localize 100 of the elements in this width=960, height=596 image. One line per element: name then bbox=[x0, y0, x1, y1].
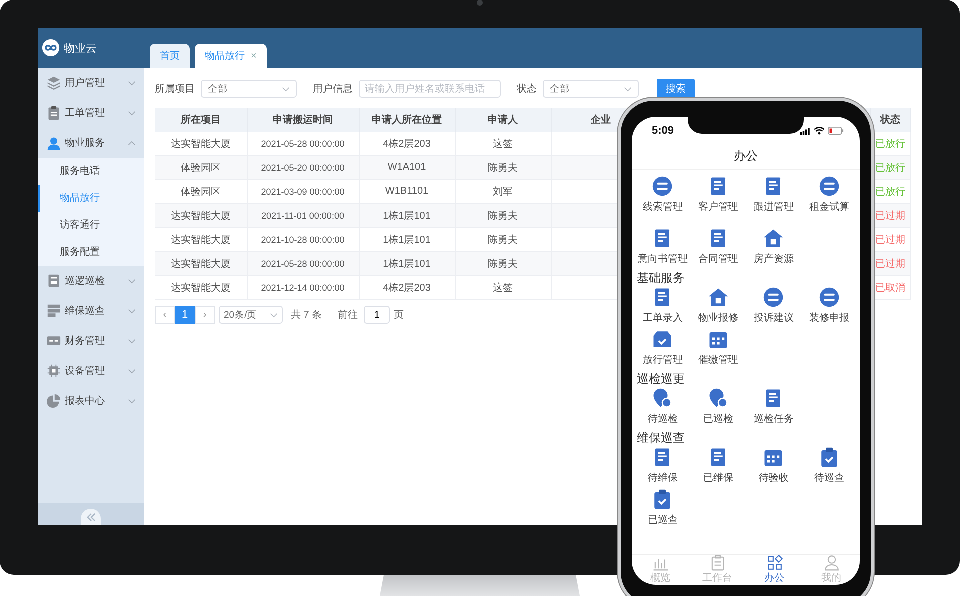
table-cell: 4栋2层203 bbox=[383, 282, 431, 294]
submenu-item[interactable]: 服务电话 bbox=[38, 158, 144, 185]
clipboard-icon bbox=[47, 106, 61, 120]
column-header: 企业 bbox=[591, 115, 611, 126]
chevron-icon bbox=[282, 86, 290, 92]
menu-item[interactable]: 维保巡查 bbox=[38, 296, 144, 326]
table-cell: 这签 bbox=[493, 282, 513, 294]
filter-label: 状态 bbox=[517, 82, 537, 96]
table-cell: 达实智能大厦 bbox=[170, 282, 231, 294]
page-number-button[interactable]: 1 bbox=[175, 306, 195, 324]
map-pin-icon[interactable] bbox=[652, 388, 674, 409]
house-icon[interactable] bbox=[708, 287, 729, 308]
table-cell: 达实智能大厦 bbox=[170, 258, 231, 270]
submenu-item[interactable]: 服务配置 bbox=[38, 239, 144, 266]
card-icon bbox=[47, 334, 61, 348]
app-label: 意向书管理 bbox=[638, 252, 688, 266]
submenu-item[interactable]: 访客通行 bbox=[38, 212, 144, 239]
table-cell: 达实智能大厦 bbox=[170, 210, 231, 222]
app-label: 已巡检 bbox=[703, 412, 734, 426]
menu-item[interactable]: 财务管理 bbox=[38, 326, 144, 356]
pie-chart-icon bbox=[47, 394, 61, 408]
page-tab[interactable]: 首页 bbox=[150, 44, 190, 68]
menu-item[interactable]: 物业服务 bbox=[38, 128, 144, 158]
column-header: 申请人 bbox=[488, 115, 518, 126]
table-cell: 2021-10-28 00:00:00 bbox=[261, 234, 345, 244]
chevron-icon bbox=[624, 86, 632, 92]
page-size-select[interactable]: 20条/页 bbox=[219, 306, 283, 324]
chevron-icon bbox=[128, 80, 136, 86]
table-cell: W1B1101 bbox=[385, 186, 429, 197]
app-label: 跟进管理 bbox=[754, 200, 794, 214]
clock-time: 5:09 bbox=[652, 125, 674, 137]
app-label: 已巡查 bbox=[648, 514, 678, 527]
circle-icon[interactable] bbox=[763, 287, 784, 308]
chevron-icon bbox=[128, 140, 136, 146]
select-field[interactable]: 全部 bbox=[201, 80, 297, 98]
search-button[interactable]: 搜索 bbox=[657, 79, 695, 99]
menu-item[interactable]: 巡逻巡检 bbox=[38, 266, 144, 296]
document-icon bbox=[47, 274, 61, 288]
chevron-icon bbox=[128, 278, 136, 284]
table-cell: 2021-05-28 00:00:00 bbox=[261, 258, 345, 268]
menu-item[interactable]: 工单管理 bbox=[38, 98, 144, 128]
status-text: 已过期 bbox=[876, 210, 906, 222]
table-cell: 1栋1层101 bbox=[383, 210, 431, 222]
table-cell: 陈勇夫 bbox=[488, 258, 518, 270]
page-input[interactable]: 1 bbox=[364, 306, 390, 324]
table-cell: 陈勇夫 bbox=[488, 162, 518, 174]
app-label: 客户管理 bbox=[698, 200, 738, 214]
circle-icon[interactable] bbox=[818, 176, 840, 197]
previous-page-button[interactable]: ‹ bbox=[155, 306, 175, 324]
table-cell: 1栋1层101 bbox=[383, 234, 431, 246]
app-label: 催缴管理 bbox=[698, 354, 738, 367]
status-text: 已放行 bbox=[876, 162, 906, 174]
circle-icon[interactable] bbox=[652, 176, 674, 197]
person-icon bbox=[824, 555, 840, 571]
table-cell: 2021-05-20 00:00:00 bbox=[261, 162, 345, 172]
app-label: 待巡检 bbox=[648, 412, 678, 426]
submenu-item[interactable]: 物品放行 bbox=[38, 185, 144, 212]
double-chevron-icon bbox=[86, 512, 96, 522]
column-header: 申请搬运时间 bbox=[273, 115, 333, 126]
chevron-icon bbox=[128, 368, 136, 374]
signal-icon bbox=[800, 128, 811, 134]
clipboard-icon[interactable] bbox=[652, 489, 674, 510]
menu-item[interactable]: 报表中心 bbox=[38, 386, 144, 416]
person-icon bbox=[47, 136, 61, 150]
camera-dot bbox=[477, 0, 483, 6]
next-page-button[interactable]: › bbox=[195, 306, 215, 324]
filter-label: 用户信息 bbox=[313, 82, 353, 96]
app-label: 装修申报 bbox=[809, 312, 850, 325]
clipboard-icon bbox=[710, 555, 726, 571]
chevron-icon bbox=[128, 110, 136, 116]
menu-item[interactable]: 设备管理 bbox=[38, 356, 144, 386]
table-cell: 2021-05-28 00:00:00 bbox=[261, 138, 345, 148]
status-text: 已过期 bbox=[876, 234, 906, 246]
clipboard-icon[interactable] bbox=[818, 447, 840, 468]
tray-icon[interactable] bbox=[652, 329, 674, 350]
table-cell: 达实智能大厦 bbox=[170, 138, 231, 150]
map-pin-icon[interactable] bbox=[708, 388, 729, 409]
table-cell: 4栋2层203 bbox=[383, 138, 431, 150]
table-cell: 2021-03-09 00:00:00 bbox=[261, 186, 345, 196]
house-icon[interactable] bbox=[763, 228, 784, 249]
chevron-icon bbox=[128, 398, 136, 404]
page-unit: 页 bbox=[394, 309, 404, 322]
app-label: 线索管理 bbox=[642, 200, 683, 214]
chevron-icon bbox=[270, 312, 278, 318]
chip-icon bbox=[47, 364, 61, 378]
status-text: 已取消 bbox=[876, 282, 906, 294]
input-field[interactable]: 请输入用户姓名或联系电话 bbox=[359, 80, 501, 98]
page-tab[interactable]: 物品放行 × bbox=[195, 44, 267, 68]
app-label: 投诉建议 bbox=[754, 312, 794, 325]
table-cell: W1A101 bbox=[388, 162, 426, 173]
select-field[interactable]: 全部 bbox=[543, 80, 639, 98]
table-cell: 刘军 bbox=[493, 186, 513, 198]
status-text: 已过期 bbox=[876, 258, 906, 270]
menu-item[interactable]: 用户管理 bbox=[38, 68, 144, 98]
app-label: 房产资源 bbox=[754, 252, 794, 266]
circle-icon[interactable] bbox=[818, 287, 840, 308]
column-header: 申请人所在位置 bbox=[372, 115, 442, 126]
app-label: 巡检任务 bbox=[754, 412, 794, 426]
logo-text: 物业云 bbox=[64, 42, 97, 56]
tab-bar-item[interactable]: 办公 bbox=[746, 555, 803, 585]
